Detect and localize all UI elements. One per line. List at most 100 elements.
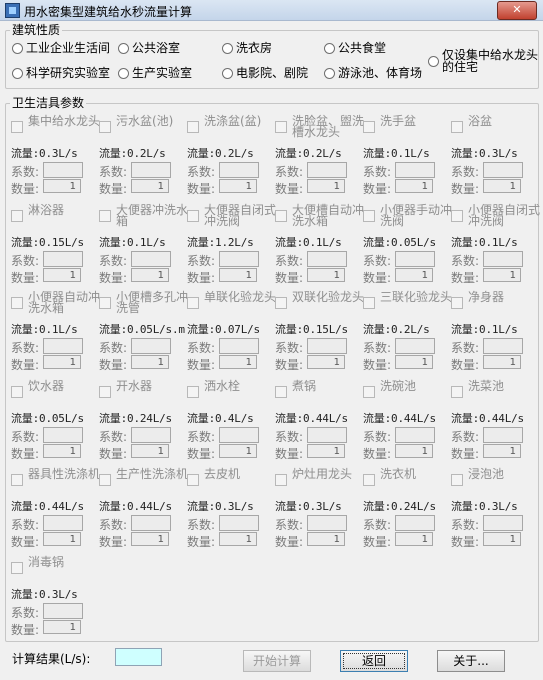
- coefficient-input[interactable]: [131, 251, 171, 267]
- result-field[interactable]: [115, 648, 162, 666]
- radio-canteen[interactable]: 公共食堂: [324, 40, 386, 56]
- quantity-input[interactable]: 1: [483, 179, 521, 193]
- fixture-checkbox[interactable]: [275, 474, 287, 486]
- start-calculation-button[interactable]: 开始计算: [243, 650, 311, 672]
- coefficient-input[interactable]: [307, 427, 347, 443]
- coefficient-input[interactable]: [219, 338, 259, 354]
- fixture-checkbox[interactable]: [363, 386, 375, 398]
- fixture-checkbox[interactable]: [11, 210, 23, 222]
- quantity-input[interactable]: 1: [131, 268, 169, 282]
- quantity-input[interactable]: 1: [131, 532, 169, 546]
- coefficient-input[interactable]: [219, 427, 259, 443]
- radio-public-bath[interactable]: 公共浴室: [118, 40, 180, 56]
- radio-research-lab[interactable]: 科学研究实验室: [12, 65, 110, 81]
- coefficient-input[interactable]: [219, 515, 259, 531]
- about-button[interactable]: 关于...: [437, 650, 505, 672]
- quantity-input[interactable]: 1: [307, 444, 345, 458]
- coefficient-input[interactable]: [43, 251, 83, 267]
- coefficient-input[interactable]: [131, 338, 171, 354]
- coefficient-input[interactable]: [483, 338, 523, 354]
- coefficient-input[interactable]: [483, 162, 523, 178]
- coefficient-input[interactable]: [43, 338, 83, 354]
- quantity-input[interactable]: 1: [395, 532, 433, 546]
- fixture-checkbox[interactable]: [99, 386, 111, 398]
- fixture-checkbox[interactable]: [275, 386, 287, 398]
- fixture-checkbox[interactable]: [99, 474, 111, 486]
- fixture-checkbox[interactable]: [275, 210, 287, 222]
- coefficient-input[interactable]: [395, 251, 435, 267]
- coefficient-input[interactable]: [219, 162, 259, 178]
- fixture-checkbox[interactable]: [363, 210, 375, 222]
- fixture-checkbox[interactable]: [451, 297, 463, 309]
- radio-production-lab[interactable]: 生产实验室: [118, 65, 192, 81]
- close-button[interactable]: ✕: [497, 1, 537, 20]
- coefficient-input[interactable]: [43, 427, 83, 443]
- fixture-checkbox[interactable]: [187, 121, 199, 133]
- quantity-input[interactable]: 1: [43, 355, 81, 369]
- fixture-checkbox[interactable]: [363, 297, 375, 309]
- quantity-input[interactable]: 1: [219, 532, 257, 546]
- fixture-checkbox[interactable]: [11, 474, 23, 486]
- fixture-checkbox[interactable]: [11, 386, 23, 398]
- quantity-input[interactable]: 1: [307, 268, 345, 282]
- quantity-input[interactable]: 1: [43, 532, 81, 546]
- quantity-input[interactable]: 1: [219, 444, 257, 458]
- fixture-checkbox[interactable]: [99, 297, 111, 309]
- quantity-input[interactable]: 1: [219, 179, 257, 193]
- fixture-checkbox[interactable]: [275, 121, 287, 133]
- radio-laundry[interactable]: 洗衣房: [222, 40, 272, 56]
- quantity-input[interactable]: 1: [43, 444, 81, 458]
- coefficient-input[interactable]: [395, 338, 435, 354]
- coefficient-input[interactable]: [43, 603, 83, 619]
- radio-pool-stadium[interactable]: 游泳池、体育场: [324, 65, 422, 81]
- coefficient-input[interactable]: [483, 251, 523, 267]
- coefficient-input[interactable]: [307, 251, 347, 267]
- coefficient-input[interactable]: [395, 515, 435, 531]
- coefficient-input[interactable]: [43, 515, 83, 531]
- radio-industrial-living[interactable]: 工业企业生活间: [12, 40, 110, 56]
- quantity-input[interactable]: 1: [307, 355, 345, 369]
- radio-cinema-theater[interactable]: 电影院、剧院: [222, 65, 308, 81]
- fixture-checkbox[interactable]: [275, 297, 287, 309]
- fixture-checkbox[interactable]: [11, 297, 23, 309]
- fixture-checkbox[interactable]: [11, 121, 23, 133]
- quantity-input[interactable]: 1: [307, 179, 345, 193]
- fixture-checkbox[interactable]: [451, 386, 463, 398]
- quantity-input[interactable]: 1: [43, 620, 81, 634]
- coefficient-input[interactable]: [307, 338, 347, 354]
- coefficient-input[interactable]: [395, 427, 435, 443]
- quantity-input[interactable]: 1: [395, 179, 433, 193]
- quantity-input[interactable]: 1: [131, 355, 169, 369]
- quantity-input[interactable]: 1: [219, 268, 257, 282]
- quantity-input[interactable]: 1: [131, 444, 169, 458]
- coefficient-input[interactable]: [43, 162, 83, 178]
- coefficient-input[interactable]: [219, 251, 259, 267]
- quantity-input[interactable]: 1: [395, 268, 433, 282]
- quantity-input[interactable]: 1: [483, 355, 521, 369]
- fixture-checkbox[interactable]: [451, 210, 463, 222]
- fixture-checkbox[interactable]: [187, 297, 199, 309]
- fixture-checkbox[interactable]: [99, 121, 111, 133]
- coefficient-input[interactable]: [483, 427, 523, 443]
- quantity-input[interactable]: 1: [307, 532, 345, 546]
- quantity-input[interactable]: 1: [131, 179, 169, 193]
- coefficient-input[interactable]: [131, 515, 171, 531]
- fixture-checkbox[interactable]: [11, 562, 23, 574]
- fixture-checkbox[interactable]: [451, 121, 463, 133]
- fixture-checkbox[interactable]: [363, 474, 375, 486]
- quantity-input[interactable]: 1: [483, 532, 521, 546]
- fixture-checkbox[interactable]: [187, 474, 199, 486]
- coefficient-input[interactable]: [483, 515, 523, 531]
- coefficient-input[interactable]: [307, 162, 347, 178]
- fixture-checkbox[interactable]: [451, 474, 463, 486]
- radio-residence-central-tap[interactable]: 仅设集中给水龙头的住宅: [428, 47, 540, 75]
- back-button[interactable]: 返回: [340, 650, 408, 672]
- fixture-checkbox[interactable]: [99, 210, 111, 222]
- fixture-checkbox[interactable]: [187, 386, 199, 398]
- coefficient-input[interactable]: [131, 162, 171, 178]
- fixture-checkbox[interactable]: [363, 121, 375, 133]
- quantity-input[interactable]: 1: [483, 444, 521, 458]
- coefficient-input[interactable]: [395, 162, 435, 178]
- quantity-input[interactable]: 1: [219, 355, 257, 369]
- quantity-input[interactable]: 1: [395, 444, 433, 458]
